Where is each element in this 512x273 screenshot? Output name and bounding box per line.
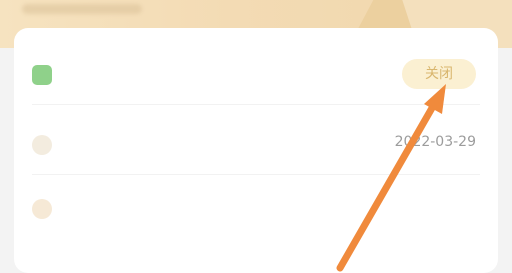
annotation-arrow-icon — [336, 84, 446, 272]
